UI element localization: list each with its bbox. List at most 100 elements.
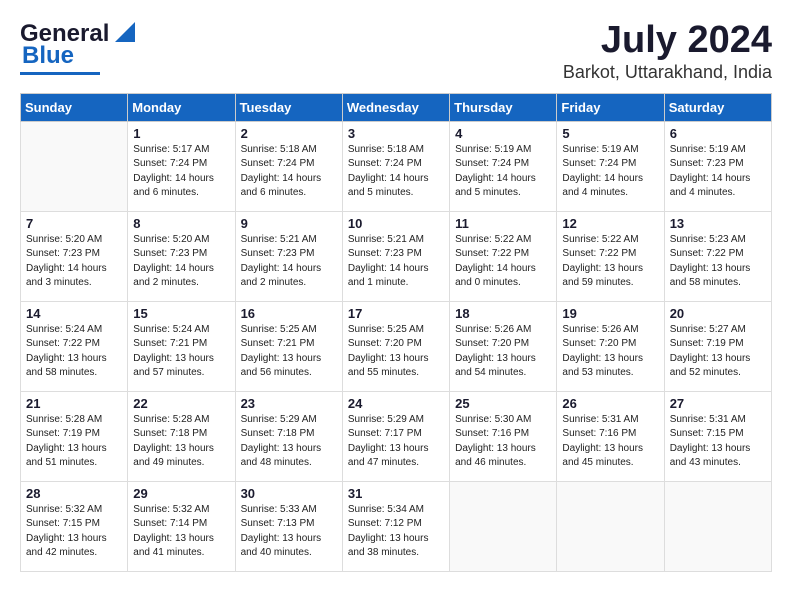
day-info: Sunrise: 5:32 AM Sunset: 7:14 PM Dayligh…: [133, 503, 229, 561]
calendar-cell: 12 Sunrise: 5:22 AM Sunset: 7:22 PM Dayli…: [557, 211, 664, 301]
day-number: 18: [455, 306, 551, 321]
calendar-cell: 4Sunrise: 5:19 AM Sunset: 7:24 PM Daylig…: [450, 121, 557, 211]
calendar-cell: [664, 481, 771, 571]
day-number: 14: [26, 306, 122, 321]
calendar-cell: 11 Sunrise: 5:22 AM Sunset: 7:22 PM Dayli…: [450, 211, 557, 301]
day-number: 20: [670, 306, 766, 321]
calendar-table: SundayMondayTuesdayWednesdayThursdayFrid…: [20, 93, 772, 572]
day-number: 1: [133, 126, 229, 141]
day-info: Sunrise: 5:19 AM Sunset: 7:23 PM Dayligh…: [670, 143, 766, 201]
calendar-cell: [21, 121, 128, 211]
calendar-cell: 9Sunrise: 5:21 AM Sunset: 7:23 PM Daylig…: [235, 211, 342, 301]
calendar-cell: 8 Sunrise: 5:20 AM Sunset: 7:23 PM Daylig…: [128, 211, 235, 301]
day-info: Sunrise: 5:24 AM Sunset: 7:22 PM Dayligh…: [26, 323, 122, 381]
month-title: July 2024: [563, 20, 772, 62]
calendar-cell: 2Sunrise: 5:18 AM Sunset: 7:24 PM Daylig…: [235, 121, 342, 211]
day-number: 15: [133, 306, 229, 321]
calendar-week-2: 7 Sunrise: 5:20 AM Sunset: 7:23 PM Daylig…: [21, 211, 772, 301]
day-number: 30: [241, 486, 337, 501]
day-info: Sunrise: 5:29 AM Sunset: 7:17 PM Dayligh…: [348, 413, 444, 471]
day-info: Sunrise: 5:26 AM Sunset: 7:20 PM Dayligh…: [455, 323, 551, 381]
calendar-cell: 28 Sunrise: 5:32 AM Sunset: 7:15 PM Dayli…: [21, 481, 128, 571]
col-header-friday: Friday: [557, 93, 664, 121]
calendar-cell: 29 Sunrise: 5:32 AM Sunset: 7:14 PM Dayli…: [128, 481, 235, 571]
calendar-cell: 14 Sunrise: 5:24 AM Sunset: 7:22 PM Dayli…: [21, 301, 128, 391]
col-header-tuesday: Tuesday: [235, 93, 342, 121]
day-number: 28: [26, 486, 122, 501]
day-info: Sunrise: 5:19 AM Sunset: 7:24 PM Dayligh…: [562, 143, 658, 201]
day-info: Sunrise: 5:19 AM Sunset: 7:24 PM Dayligh…: [455, 143, 551, 201]
day-info: Sunrise: 5:20 AM Sunset: 7:23 PM Dayligh…: [26, 233, 122, 291]
day-number: 16: [241, 306, 337, 321]
day-info: Sunrise: 5:18 AM Sunset: 7:24 PM Dayligh…: [241, 143, 337, 201]
day-info: Sunrise: 5:30 AM Sunset: 7:16 PM Dayligh…: [455, 413, 551, 471]
calendar-cell: 26 Sunrise: 5:31 AM Sunset: 7:16 PM Dayli…: [557, 391, 664, 481]
day-number: 5: [562, 126, 658, 141]
logo-arrow-icon: [111, 18, 139, 46]
day-info: Sunrise: 5:28 AM Sunset: 7:19 PM Dayligh…: [26, 413, 122, 471]
location-title: Barkot, Uttarakhand, India: [563, 62, 772, 83]
calendar-week-1: 1 Sunrise: 5:17 AM Sunset: 7:24 PM Daylig…: [21, 121, 772, 211]
calendar-cell: 6 Sunrise: 5:19 AM Sunset: 7:23 PM Daylig…: [664, 121, 771, 211]
calendar-cell: 27Sunrise: 5:31 AM Sunset: 7:15 PM Dayli…: [664, 391, 771, 481]
day-info: Sunrise: 5:17 AM Sunset: 7:24 PM Dayligh…: [133, 143, 229, 201]
day-info: Sunrise: 5:22 AM Sunset: 7:22 PM Dayligh…: [562, 233, 658, 291]
col-header-monday: Monday: [128, 93, 235, 121]
calendar-cell: 7 Sunrise: 5:20 AM Sunset: 7:23 PM Daylig…: [21, 211, 128, 301]
calendar-week-3: 14 Sunrise: 5:24 AM Sunset: 7:22 PM Dayli…: [21, 301, 772, 391]
day-number: 7: [26, 216, 122, 231]
day-number: 8: [133, 216, 229, 231]
title-block: July 2024 Barkot, Uttarakhand, India: [563, 20, 772, 83]
calendar-cell: 1 Sunrise: 5:17 AM Sunset: 7:24 PM Daylig…: [128, 121, 235, 211]
day-number: 31: [348, 486, 444, 501]
calendar-cell: 17Sunrise: 5:25 AM Sunset: 7:20 PM Dayli…: [342, 301, 449, 391]
calendar-week-4: 21 Sunrise: 5:28 AM Sunset: 7:19 PM Dayli…: [21, 391, 772, 481]
day-number: 24: [348, 396, 444, 411]
day-info: Sunrise: 5:26 AM Sunset: 7:20 PM Dayligh…: [562, 323, 658, 381]
day-number: 12: [562, 216, 658, 231]
calendar-cell: 5 Sunrise: 5:19 AM Sunset: 7:24 PM Daylig…: [557, 121, 664, 211]
calendar-cell: [450, 481, 557, 571]
col-header-thursday: Thursday: [450, 93, 557, 121]
day-number: 29: [133, 486, 229, 501]
col-header-wednesday: Wednesday: [342, 93, 449, 121]
calendar-header-row: SundayMondayTuesdayWednesdayThursdayFrid…: [21, 93, 772, 121]
calendar-cell: 31 Sunrise: 5:34 AM Sunset: 7:12 PM Dayli…: [342, 481, 449, 571]
day-info: Sunrise: 5:31 AM Sunset: 7:16 PM Dayligh…: [562, 413, 658, 471]
day-info: Sunrise: 5:33 AM Sunset: 7:13 PM Dayligh…: [241, 503, 337, 561]
day-number: 3: [348, 126, 444, 141]
day-number: 22: [133, 396, 229, 411]
col-header-sunday: Sunday: [21, 93, 128, 121]
page-header: General Blue July 2024 Barkot, Uttarakha…: [20, 20, 772, 83]
logo-blue: Blue: [22, 42, 74, 70]
day-number: 13: [670, 216, 766, 231]
day-info: Sunrise: 5:22 AM Sunset: 7:22 PM Dayligh…: [455, 233, 551, 291]
day-info: Sunrise: 5:21 AM Sunset: 7:23 PM Dayligh…: [241, 233, 337, 291]
day-info: Sunrise: 5:23 AM Sunset: 7:22 PM Dayligh…: [670, 233, 766, 291]
calendar-cell: [557, 481, 664, 571]
day-info: Sunrise: 5:20 AM Sunset: 7:23 PM Dayligh…: [133, 233, 229, 291]
calendar-cell: 25 Sunrise: 5:30 AM Sunset: 7:16 PM Dayli…: [450, 391, 557, 481]
day-number: 10: [348, 216, 444, 231]
col-header-saturday: Saturday: [664, 93, 771, 121]
day-info: Sunrise: 5:28 AM Sunset: 7:18 PM Dayligh…: [133, 413, 229, 471]
calendar-cell: 19 Sunrise: 5:26 AM Sunset: 7:20 PM Dayli…: [557, 301, 664, 391]
day-info: Sunrise: 5:24 AM Sunset: 7:21 PM Dayligh…: [133, 323, 229, 381]
day-number: 6: [670, 126, 766, 141]
day-number: 19: [562, 306, 658, 321]
day-number: 25: [455, 396, 551, 411]
day-info: Sunrise: 5:29 AM Sunset: 7:18 PM Dayligh…: [241, 413, 337, 471]
day-number: 11: [455, 216, 551, 231]
calendar-cell: 3Sunrise: 5:18 AM Sunset: 7:24 PM Daylig…: [342, 121, 449, 211]
day-number: 26: [562, 396, 658, 411]
logo: General Blue: [20, 20, 139, 75]
calendar-cell: 18 Sunrise: 5:26 AM Sunset: 7:20 PM Dayli…: [450, 301, 557, 391]
calendar-cell: 24 Sunrise: 5:29 AM Sunset: 7:17 PM Dayli…: [342, 391, 449, 481]
day-info: Sunrise: 5:32 AM Sunset: 7:15 PM Dayligh…: [26, 503, 122, 561]
calendar-cell: 16Sunrise: 5:25 AM Sunset: 7:21 PM Dayli…: [235, 301, 342, 391]
day-info: Sunrise: 5:34 AM Sunset: 7:12 PM Dayligh…: [348, 503, 444, 561]
day-number: 21: [26, 396, 122, 411]
calendar-cell: 15 Sunrise: 5:24 AM Sunset: 7:21 PM Dayli…: [128, 301, 235, 391]
calendar-cell: 23Sunrise: 5:29 AM Sunset: 7:18 PM Dayli…: [235, 391, 342, 481]
calendar-cell: 30 Sunrise: 5:33 AM Sunset: 7:13 PM Dayli…: [235, 481, 342, 571]
